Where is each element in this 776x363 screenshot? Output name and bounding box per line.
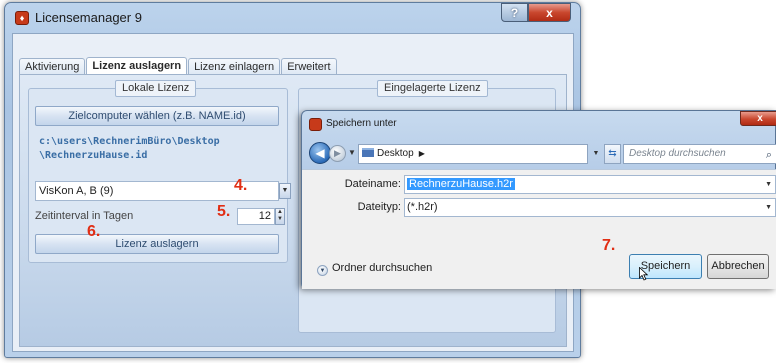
search-placeholder: Desktop durchsuchen bbox=[629, 148, 726, 159]
step-marker-7: 7. bbox=[602, 237, 616, 254]
interval-label: Zeitinterval in Tagen bbox=[35, 210, 134, 222]
tab-aktivierung[interactable]: Aktivierung bbox=[19, 58, 86, 75]
breadcrumb-dropdown-icon[interactable]: ▼ bbox=[589, 144, 603, 164]
filename-value: RechnerzuHause.h2r bbox=[407, 178, 515, 190]
filetype-label: Dateityp: bbox=[357, 201, 401, 213]
save-as-dialog: Speichern unter x ◀ ▶ ▼ Desktop ▶ ▼ ⇆ Des… bbox=[301, 110, 776, 289]
choose-target-computer-button[interactable]: Zielcomputer wählen (z.B. NAME.id) bbox=[35, 106, 279, 126]
interval-input[interactable]: 12 bbox=[237, 208, 275, 225]
filetype-value: (*.h2r) bbox=[407, 201, 438, 213]
export-license-button[interactable]: Lizenz auslagern bbox=[35, 234, 279, 254]
back-arrow-icon[interactable]: ◀ bbox=[309, 142, 331, 164]
breadcrumb[interactable]: Desktop ▶ bbox=[358, 144, 588, 164]
dialog-body: Dateiname: RechnerzuHause.h2r ▼ Dateityp… bbox=[302, 169, 776, 289]
interval-stepper[interactable]: ▲ ▼ bbox=[275, 208, 285, 225]
filename-label: Dateiname: bbox=[344, 178, 401, 190]
target-path-line1: c:\users\RechnerimBüro\Desktop bbox=[39, 136, 220, 147]
target-path-line2: \RechnerzuHause.id bbox=[39, 150, 148, 161]
breadcrumb-desktop[interactable]: Desktop bbox=[377, 148, 414, 159]
search-input[interactable]: Desktop durchsuchen ⌕ bbox=[623, 144, 776, 164]
tab-strip: Aktivierung Lizenz auslagern Lizenz einlag… bbox=[19, 56, 338, 76]
chevron-down-icon[interactable]: ▼ bbox=[279, 183, 291, 199]
dialog-title: Speichern unter bbox=[326, 118, 397, 129]
window-title: Licensemanager 9 bbox=[35, 10, 142, 25]
filename-field[interactable]: RechnerzuHause.h2r ▼ bbox=[404, 175, 776, 194]
app-shield-icon bbox=[309, 118, 322, 131]
help-button[interactable]: ? bbox=[501, 3, 528, 22]
chevron-down-icon[interactable]: ▼ bbox=[765, 176, 772, 193]
tab-lizenz-einlagern[interactable]: Lizenz einlagern bbox=[188, 58, 281, 75]
filetype-select[interactable]: (*.h2r) ▼ bbox=[404, 198, 776, 217]
desktop-folder-icon bbox=[362, 148, 374, 157]
mouse-pointer-icon bbox=[639, 267, 649, 281]
title-bar[interactable]: ♦ Licensemanager 9 ? x bbox=[5, 3, 580, 33]
forward-arrow-icon[interactable]: ▶ bbox=[329, 145, 346, 162]
browse-folders-toggle[interactable]: ▼ Ordner durchsuchen bbox=[317, 262, 432, 276]
step-marker-5: 5. bbox=[217, 203, 231, 220]
expand-chevron-icon: ▼ bbox=[317, 265, 328, 276]
history-dropdown-icon[interactable]: ▼ bbox=[348, 148, 356, 157]
browse-folders-label: Ordner durchsuchen bbox=[332, 262, 433, 274]
step-marker-4: 4. bbox=[234, 177, 248, 194]
chevron-down-icon[interactable]: ▼ bbox=[765, 199, 772, 216]
refresh-icon[interactable]: ⇆ bbox=[604, 144, 621, 164]
stored-license-title: Eingelagerte Lizenz bbox=[377, 80, 488, 97]
chevron-right-icon[interactable]: ▶ bbox=[419, 149, 425, 158]
tab-erweitert[interactable]: Erweitert bbox=[281, 58, 337, 75]
dialog-close-button[interactable]: x bbox=[740, 111, 776, 126]
cancel-button[interactable]: Abbrechen bbox=[707, 254, 769, 279]
search-icon[interactable]: ⌕ bbox=[766, 146, 772, 164]
target-path: c:\users\RechnerimBüro\Desktop \Rechnerz… bbox=[39, 135, 279, 163]
close-button[interactable]: x bbox=[528, 3, 571, 22]
local-license-title: Lokale Lizenz bbox=[115, 80, 197, 97]
local-license-group: Lokale Lizenz Zielcomputer wählen (z.B. … bbox=[28, 80, 291, 263]
step-marker-6: 6. bbox=[87, 223, 101, 240]
app-shield-icon: ♦ bbox=[15, 11, 29, 25]
